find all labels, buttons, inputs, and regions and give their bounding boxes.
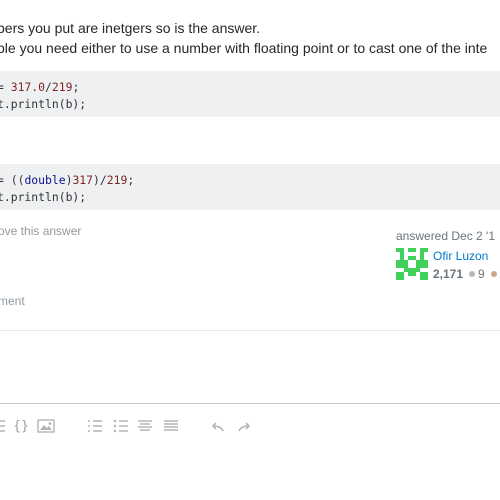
answer-text-line-2: ble you need either to use a number with…	[0, 40, 488, 56]
code-icon[interactable]: {}	[12, 417, 30, 435]
unordered-list-icon[interactable]	[112, 417, 130, 435]
silver-badge-count: 9	[478, 267, 485, 281]
user-name-link[interactable]: Ofir Luzon	[433, 249, 488, 263]
code-block-1: = 317.0/219; t.println(b);	[0, 71, 500, 117]
add-comment-link[interactable]: ment	[0, 294, 25, 308]
image-icon[interactable]	[36, 417, 56, 435]
answer-text-line-1: bers you put are inetgers so is the answ…	[0, 20, 261, 36]
code-line: = 317.0/219;	[0, 80, 80, 94]
user-avatar[interactable]	[396, 248, 428, 280]
horizontal-rule-icon[interactable]	[162, 417, 180, 435]
reputation-score: 2,171	[433, 267, 464, 281]
bronze-badge-icon	[490, 271, 497, 278]
code-block-2: = ((double)317)/219; t.println(b);	[0, 164, 500, 210]
redo-icon[interactable]	[235, 417, 251, 435]
improve-answer-link[interactable]: ove this answer	[0, 224, 81, 238]
answered-time: answered Dec 2 '1	[396, 229, 496, 243]
silver-badge-icon	[469, 271, 476, 278]
blockquote-icon[interactable]	[0, 417, 8, 435]
user-reputation-row: 2,171 9	[433, 267, 500, 281]
code-line: t.println(b);	[0, 190, 87, 204]
code-line: = ((double)317)/219;	[0, 173, 135, 187]
ordered-list-icon[interactable]	[86, 417, 104, 435]
undo-icon[interactable]	[211, 417, 227, 435]
answer-divider	[0, 330, 500, 331]
heading-icon[interactable]	[136, 417, 154, 435]
code-line: t.println(b);	[0, 97, 87, 111]
